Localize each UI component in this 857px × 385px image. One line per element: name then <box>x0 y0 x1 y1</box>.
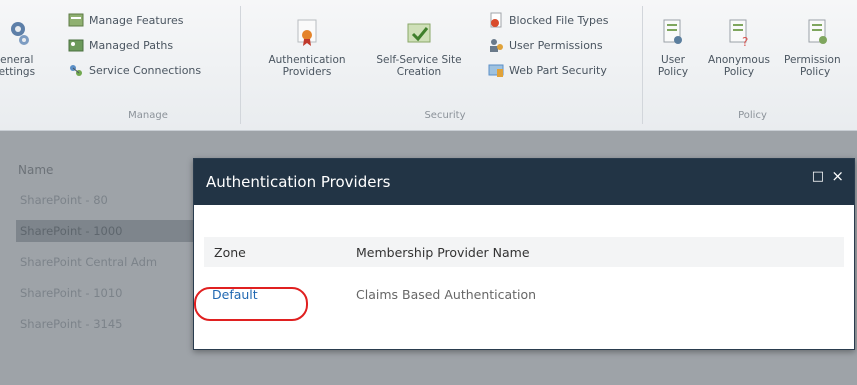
ribbon-separator <box>642 6 643 124</box>
managed-paths-button[interactable]: Managed Paths <box>68 37 173 53</box>
dialog-title: Authentication Providers <box>206 173 391 191</box>
list-item-selected[interactable]: SharePoint - 1000 <box>16 220 210 242</box>
dialog-title-bar[interactable]: Authentication Providers □ × <box>194 159 854 205</box>
user-policy-label-2: Policy <box>657 66 689 78</box>
certificate-icon <box>297 19 317 46</box>
web-part-security-button[interactable]: Web Part Security <box>488 62 607 78</box>
authentication-providers-dialog: Authentication Providers □ × Zone Member… <box>193 158 855 350</box>
user-policy-icon <box>663 19 682 44</box>
user-policy-label-1: User <box>661 54 685 66</box>
list-item[interactable]: SharePoint - 1010 <box>16 282 200 304</box>
service-connections-label: Service Connections <box>89 63 202 77</box>
zone-column-header: Zone <box>214 245 246 260</box>
permission-policy-label-2: Policy <box>800 66 831 78</box>
close-icon[interactable]: × <box>831 167 844 185</box>
permission-policy-label-1: Permission <box>784 54 841 66</box>
anonymous-policy-label-2: Policy <box>723 66 755 78</box>
self-service-site-creation-label-2: Creation <box>396 66 442 78</box>
anonymous-policy-label-1: Anonymous <box>708 54 770 66</box>
general-settings-label-2: Settings ▾ <box>0 66 36 78</box>
anonymous-policy-button[interactable]: ? Anonymous Policy <box>700 18 778 78</box>
user-permissions-button[interactable]: User Permissions <box>488 37 603 53</box>
ribbon: General Settings ▾ Manage Features Manag… <box>0 0 857 131</box>
policy-group-label: Policy <box>738 110 767 121</box>
web-part-security-icon <box>488 64 504 77</box>
manage-group-label: Manage <box>128 110 168 121</box>
user-permissions-icon <box>490 39 503 52</box>
provider-column-header: Membership Provider Name <box>356 245 530 260</box>
svg-text:?: ? <box>742 35 748 48</box>
user-permissions-label: User Permissions <box>509 38 603 52</box>
gears-icon <box>11 22 29 45</box>
self-service-site-creation-button[interactable]: Self-Service Site Creation <box>364 18 474 78</box>
list-item[interactable]: SharePoint - 80 <box>16 189 200 211</box>
maximize-icon[interactable]: □ <box>812 169 824 184</box>
authentication-providers-label-1: Authentication <box>268 54 346 66</box>
permission-policy-button[interactable]: Permission Policy <box>782 18 857 78</box>
authentication-providers-label-2: Providers <box>282 66 332 78</box>
blocked-file-types-button[interactable]: Blocked File Types <box>488 12 609 28</box>
highlight-circle <box>194 287 308 321</box>
list-item[interactable]: SharePoint - 3145 <box>16 313 200 335</box>
managed-paths-label: Managed Paths <box>89 38 174 52</box>
manage-features-label: Manage Features <box>89 13 184 27</box>
list-item[interactable]: SharePoint Central Adm <box>16 251 200 273</box>
site-creation-icon <box>407 23 431 43</box>
security-group-label: Security <box>424 110 466 121</box>
dialog-body: Zone Membership Provider Name Default Cl… <box>194 205 854 349</box>
ribbon-separator <box>240 6 241 124</box>
web-part-security-label: Web Part Security <box>509 63 607 77</box>
blocked-file-icon <box>490 12 502 28</box>
general-settings-button[interactable]: General Settings ▾ <box>0 18 42 90</box>
permission-policy-icon <box>808 19 827 44</box>
name-column-header[interactable]: Name <box>18 163 53 177</box>
authentication-providers-button[interactable]: Authentication Providers <box>252 18 362 78</box>
paths-icon <box>68 39 84 52</box>
manage-features-button[interactable]: Manage Features <box>68 12 184 28</box>
anonymous-policy-icon: ? <box>729 19 748 48</box>
user-policy-button[interactable]: User Policy <box>648 18 698 78</box>
provider-name-cell: Claims Based Authentication <box>356 287 537 302</box>
service-connections-button[interactable]: Service Connections <box>68 62 201 78</box>
blocked-file-types-label: Blocked File Types <box>509 13 609 27</box>
general-settings-label-1: General <box>0 54 34 66</box>
features-icon <box>68 13 84 27</box>
self-service-site-creation-label-1: Self-Service Site <box>376 54 462 66</box>
service-connections-icon <box>70 65 82 76</box>
